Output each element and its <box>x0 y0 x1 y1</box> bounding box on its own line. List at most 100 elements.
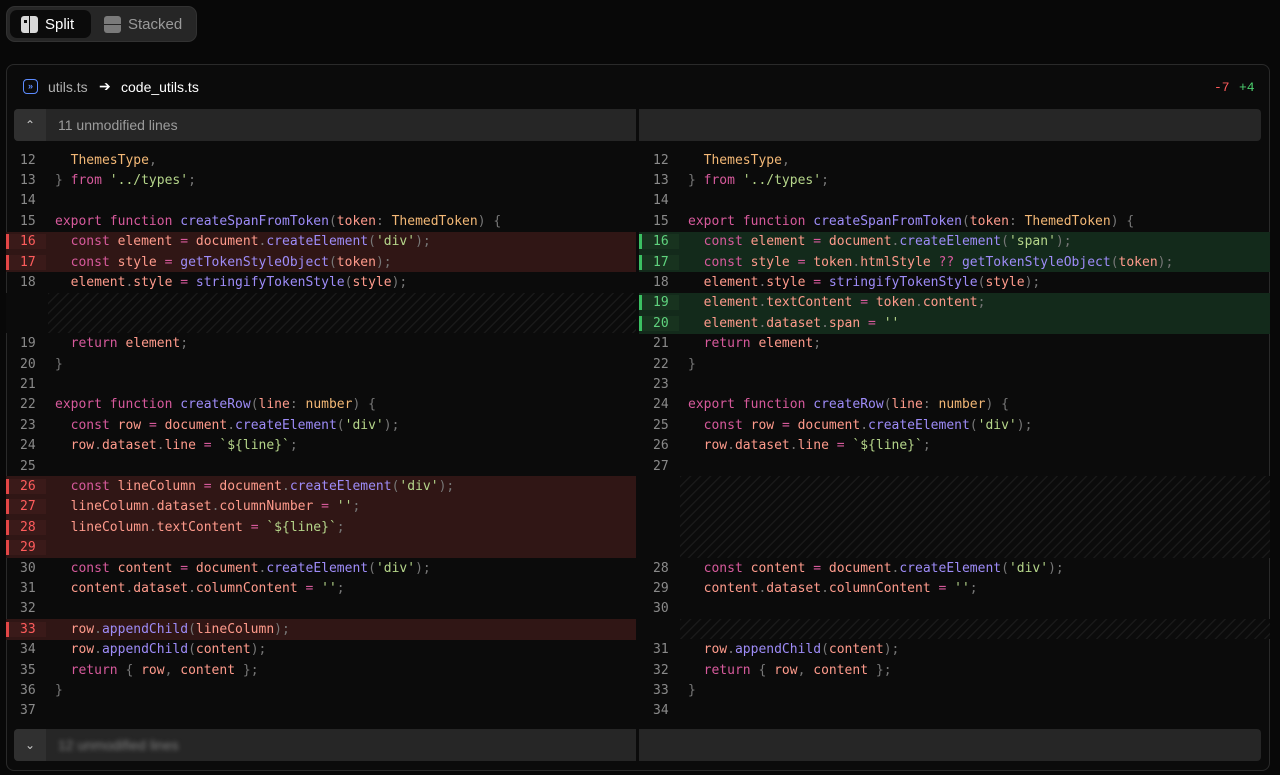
right-code-line: 27 <box>639 456 1270 476</box>
right-line-code: const content = document.createElement('… <box>703 560 1064 576</box>
right-code-line: 12 ThemesType, <box>639 150 1270 170</box>
left-line-number: 13 <box>20 173 36 189</box>
left-line-number: 37 <box>20 703 36 719</box>
left-line-number: 27 <box>6 499 46 515</box>
left-code-line: 25 <box>6 456 636 476</box>
unmodified-lines-label-bottom: 12 unmodified lines <box>58 737 179 753</box>
unmodified-lines-separator-bottom: ⌄ 12 unmodified lines <box>14 729 636 761</box>
left-line-number: 15 <box>20 213 36 229</box>
right-line-code: } from '../types'; <box>688 173 829 189</box>
left-code-line: 18 element.style = stringifyTokenStyle(s… <box>6 272 636 292</box>
left-line-code: content.dataset.columnContent = ''; <box>70 581 345 597</box>
left-line-code: lineColumn.dataset.columnNumber = ''; <box>70 499 361 515</box>
right-line-code: } <box>688 356 696 372</box>
right-hatch-filler <box>680 476 1270 558</box>
right-line-number: 30 <box>653 601 669 617</box>
deletions-count: -7 <box>1214 80 1230 95</box>
left-code-line: 30 const content = document.createElemen… <box>6 558 636 578</box>
left-line-number: 36 <box>20 683 36 699</box>
right-line-code: const element = document.createElement('… <box>703 234 1072 250</box>
old-file-name: utils.ts <box>48 79 88 95</box>
right-line-number: 20 <box>639 315 679 331</box>
right-line-number: 33 <box>653 683 669 699</box>
left-line-code: const row = document.createElement('div'… <box>70 417 400 433</box>
left-hatch-filler <box>48 292 636 334</box>
new-file-name: code_utils.ts <box>121 79 199 95</box>
right-line-number: 18 <box>653 275 669 291</box>
right-code-line: 17 const style = token.htmlStyle ?? getT… <box>639 252 1270 273</box>
split-view-label: Split <box>45 15 75 33</box>
right-line-number: 34 <box>653 703 669 719</box>
right-line-number: 28 <box>653 560 669 576</box>
unmodified-lines-label-top: 11 unmodified lines <box>58 117 178 133</box>
right-line-number: 16 <box>639 234 679 250</box>
stacked-view-icon <box>104 15 121 33</box>
right-line-code: row.appendChild(content); <box>703 642 900 658</box>
left-line-code: return { row, content }; <box>70 662 259 678</box>
right-code-line: 28 const content = document.createElemen… <box>639 558 1270 578</box>
stacked-view-label: Stacked <box>128 15 183 33</box>
left-line-number: 35 <box>20 662 36 678</box>
left-line-code: return element; <box>70 336 189 352</box>
left-line-number: 16 <box>6 234 46 250</box>
right-code-line: 21 return element; <box>639 334 1270 354</box>
right-code-line: 31 row.appendChild(content); <box>639 640 1270 660</box>
left-code-line: 34 row.appendChild(content); <box>6 640 636 660</box>
left-code-line: 19 return element; <box>6 334 636 354</box>
right-line-number: 23 <box>653 377 669 393</box>
right-line-number: 26 <box>653 438 669 454</box>
left-line-number: 31 <box>20 581 36 597</box>
right-code-line: 33} <box>639 680 1270 700</box>
left-line-code: const element = document.createElement('… <box>70 234 431 250</box>
right-gutter-empty-2 <box>639 619 680 640</box>
left-code-line: 28 lineColumn.textContent = `${line}`; <box>6 517 636 538</box>
right-code-line: 20 element.dataset.span = '' <box>639 313 1270 334</box>
right-line-code: row.dataset.line = `${line}`; <box>703 438 931 454</box>
right-line-number: 24 <box>653 397 669 413</box>
left-line-number: 18 <box>20 275 36 291</box>
left-code-line: 36} <box>6 680 636 700</box>
chevron-up-icon: ⌃ <box>24 118 36 132</box>
right-code-line: 30 <box>639 599 1270 619</box>
right-line-code: element.dataset.span = '' <box>703 315 900 331</box>
right-code-line: 34 <box>639 701 1270 721</box>
right-line-number: 17 <box>639 254 679 270</box>
right-line-code: element.style = stringifyTokenStyle(styl… <box>703 275 1041 291</box>
left-line-number: 25 <box>20 458 36 474</box>
collapse-lines-button[interactable]: ⌃ <box>14 109 46 141</box>
left-code-line: 20} <box>6 354 636 374</box>
right-hatch-filler-2 <box>680 619 1270 640</box>
left-line-code: lineColumn.textContent = `${line}`; <box>70 519 345 535</box>
right-code-line: 14 <box>639 191 1270 211</box>
left-line-number: 34 <box>20 642 36 658</box>
diff-file-icon: » <box>23 79 38 94</box>
right-line-number: 31 <box>653 642 669 658</box>
right-line-number: 13 <box>653 173 669 189</box>
right-line-code: ThemesType, <box>703 152 790 168</box>
left-line-code: } <box>55 683 63 699</box>
left-code-line: 17 const style = getTokenStyleObject(tok… <box>6 252 636 273</box>
right-line-code: return { row, content }; <box>703 662 892 678</box>
right-line-number: 27 <box>653 458 669 474</box>
right-line-code: export function createRow(line: number) … <box>688 397 1009 413</box>
right-line-number: 29 <box>653 581 669 597</box>
left-line-code: row.appendChild(lineColumn); <box>70 621 290 637</box>
right-code-line: 19 element.textContent = token.content; <box>639 292 1270 314</box>
left-code-line: 29 <box>6 537 636 558</box>
stacked-view-button[interactable]: Stacked <box>91 10 192 38</box>
right-gutter-empty <box>639 476 680 558</box>
left-code-line: 33 row.appendChild(lineColumn); <box>6 619 636 640</box>
unmodified-lines-separator-bottom-right <box>639 729 1261 761</box>
right-line-code: content.dataset.columnContent = ''; <box>703 581 978 597</box>
right-code-line: 15 export function createSpanFromToken(to… <box>639 211 1270 231</box>
split-view-button[interactable]: Split <box>10 10 91 38</box>
left-line-code: const content = document.createElement('… <box>70 560 431 576</box>
right-code-line: 23 <box>639 374 1270 394</box>
right-code-line: 24 export function createRow(line: number… <box>639 395 1270 415</box>
expand-lines-button[interactable]: ⌄ <box>14 729 46 761</box>
left-code-line: 12 ThemesType, <box>6 150 636 170</box>
left-code-line: 32 <box>6 599 636 619</box>
left-line-code: row.appendChild(content); <box>70 642 267 658</box>
left-code-line: 16 const element = document.createElemen… <box>6 231 636 252</box>
left-line-number: 19 <box>20 336 36 352</box>
